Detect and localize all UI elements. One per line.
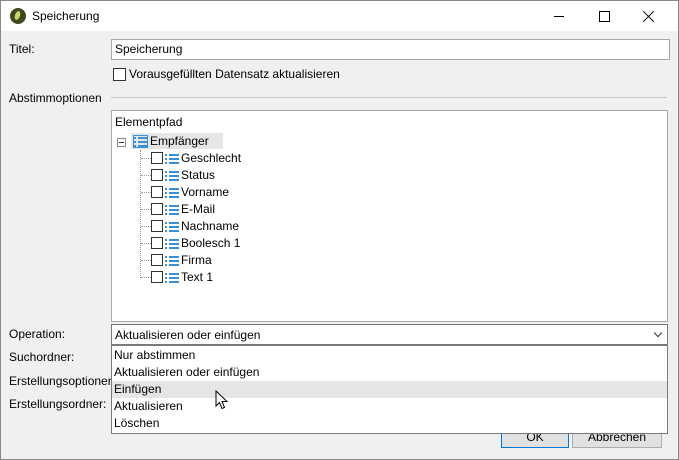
minimize-button[interactable] [537,1,582,31]
dropdown-option[interactable]: Aktualisieren oder einfügen [112,364,667,381]
tree-item-label[interactable]: Vorname [181,185,229,199]
tree-connector-branch [141,175,151,176]
tree-column-header: Elementpfad [115,115,183,129]
dropdown-option[interactable]: Löschen [112,415,667,432]
tree-connector-branch [141,209,151,210]
element-path-tree[interactable]: Elementpfad Empfänger Geschlecht Status … [111,110,668,322]
field-icon [165,170,179,181]
field-icon [165,238,179,249]
close-button[interactable] [627,1,672,31]
search-folder-label: Suchordner: [9,350,75,364]
title-label: Titel: [9,42,35,56]
tree-item-label[interactable]: Status [181,168,215,182]
reconciliation-options-heading: Abstimmoptionen [9,91,102,105]
group-divider [111,97,667,98]
field-icon [165,204,179,215]
field-icon [165,187,179,198]
operation-dropdown-list[interactable]: Nur abstimmen Aktualisieren oder einfüge… [111,345,668,434]
maximize-icon [599,11,610,22]
tree-item-label[interactable]: Firma [181,253,212,267]
app-leaf-icon [10,8,26,24]
dialog-window: Speicherung Titel: Speicherung Vorausgef… [0,0,679,460]
dropdown-option[interactable]: Nur abstimmen [112,347,667,364]
mouse-pointer-icon [215,390,229,410]
update-prefilled-label: Vorausgefüllten Datensatz aktualisieren [129,67,340,81]
field-icon [165,272,179,283]
list-table-icon [133,135,148,148]
tree-item-checkbox-text-1[interactable] [151,271,163,283]
dropdown-option-hovered[interactable]: Einfügen [112,381,667,398]
tree-item-label[interactable]: Text 1 [181,270,213,284]
tree-connector-branch [141,192,151,193]
chevron-down-icon[interactable] [649,325,667,344]
creation-folder-label: Erstellungsordner: [9,397,107,411]
field-icon [165,255,179,266]
tree-root-label[interactable]: Empfänger [150,134,209,148]
tree-item-checkbox-status[interactable] [151,169,163,181]
tree-item-label[interactable]: Nachname [181,219,239,233]
tree-item-label[interactable]: Geschlecht [181,151,241,165]
tree-item-checkbox-firma[interactable] [151,254,163,266]
title-bar: Speicherung [1,1,678,31]
tree-item-checkbox-geschlecht[interactable] [151,152,163,164]
minimize-icon [554,16,564,17]
operation-selected-value: Aktualisieren oder einfügen [115,328,261,342]
tree-item-label[interactable]: Boolesch 1 [181,236,240,250]
maximize-button[interactable] [582,1,627,31]
collapse-toggle-icon[interactable] [117,138,126,147]
tree-connector-branch [141,226,151,227]
creation-options-label: Erstellungsoptionen [9,374,115,388]
update-prefilled-checkbox[interactable] [113,68,126,81]
tree-connector-branch [141,158,151,159]
tree-connector [140,150,141,278]
tree-connector-branch [141,260,151,261]
window-title: Speicherung [32,9,100,23]
tree-item-checkbox-nachname[interactable] [151,220,163,232]
tree-item-label[interactable]: E-Mail [181,202,215,216]
field-icon [165,221,179,232]
title-input[interactable]: Speicherung [111,39,670,60]
field-icon [165,153,179,164]
tree-item-checkbox-email[interactable] [151,203,163,215]
dropdown-option[interactable]: Aktualisieren [112,398,667,415]
operation-select[interactable]: Aktualisieren oder einfügen [111,324,668,345]
tree-connector-branch [141,243,151,244]
operation-label: Operation: [9,327,66,341]
close-icon [643,10,655,22]
tree-connector-branch [141,277,151,278]
tree-item-checkbox-vorname[interactable] [151,186,163,198]
tree-item-checkbox-boolesch-1[interactable] [151,237,163,249]
